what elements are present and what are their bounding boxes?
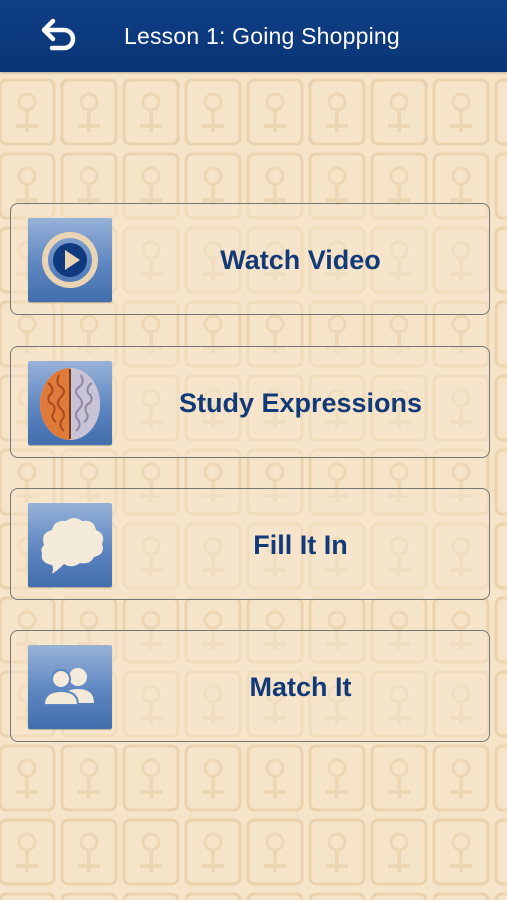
watch-video-label: Watch Video	[220, 245, 381, 275]
speech-bubble-icon	[28, 503, 112, 587]
app-header: Lesson 1: Going Shopping	[0, 0, 507, 72]
brain-icon	[28, 361, 112, 445]
back-button[interactable]	[30, 12, 90, 60]
watch-video-button[interactable]: Watch Video	[10, 203, 490, 315]
fill-it-in-label: Fill It In	[253, 530, 348, 560]
match-it-label: Match It	[249, 672, 352, 702]
back-arrow-icon	[41, 18, 76, 51]
page-title: Lesson 1: Going Shopping	[124, 23, 400, 49]
study-expressions-button[interactable]: Study Expressions	[10, 346, 490, 458]
pictogram-background	[0, 72, 507, 900]
people-icon	[28, 645, 112, 729]
play-icon	[28, 218, 112, 302]
fill-it-in-button[interactable]: Fill It In	[10, 488, 490, 600]
match-it-button[interactable]: Match It	[10, 630, 490, 742]
study-expressions-label: Study Expressions	[178, 388, 423, 418]
